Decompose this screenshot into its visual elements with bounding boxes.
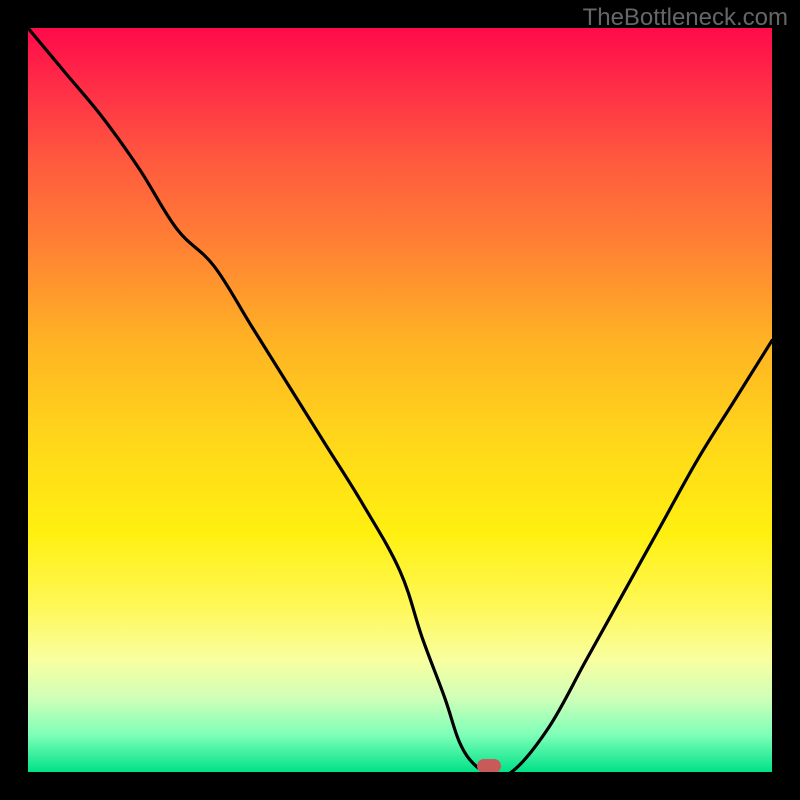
watermark-text: TheBottleneck.com	[583, 4, 788, 32]
optimal-marker	[477, 759, 501, 772]
curve-svg	[28, 28, 772, 772]
bottleneck-curve	[28, 28, 772, 772]
plot-area	[28, 28, 772, 772]
